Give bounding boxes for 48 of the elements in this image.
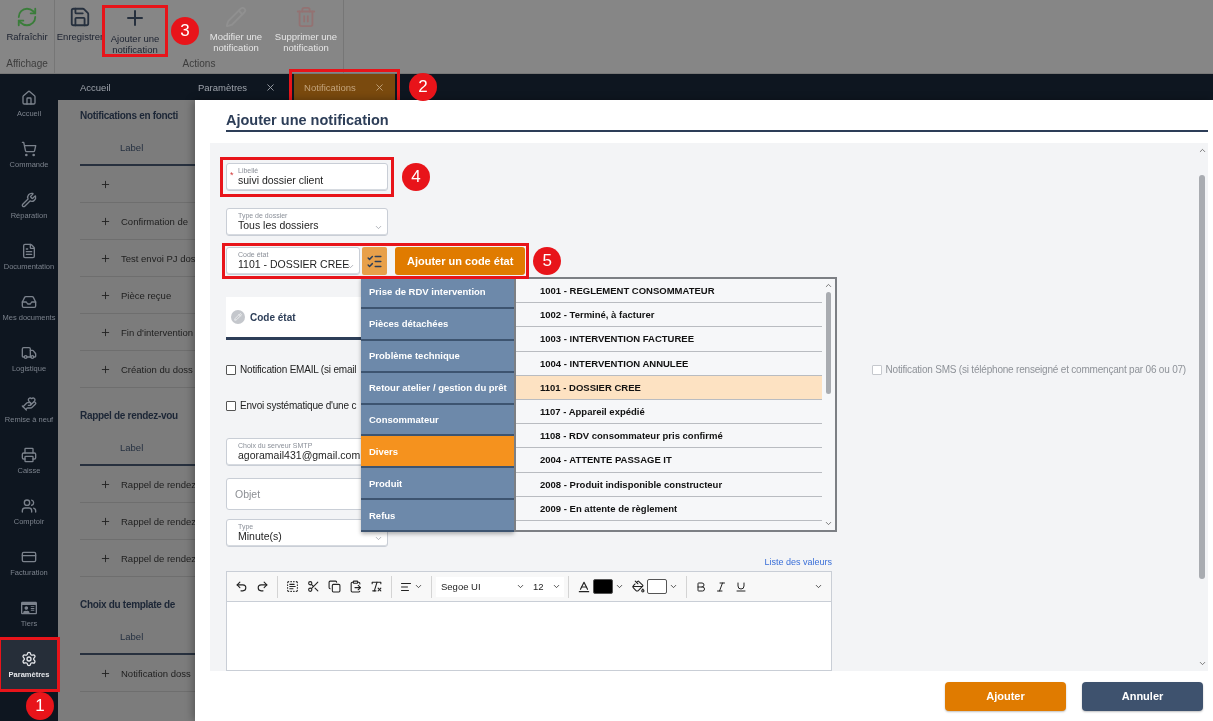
checkbox-label: Envoi systématique d'une c [240, 400, 357, 411]
font-select[interactable]: Segoe UI [436, 576, 528, 597]
section-title: Rappel de rendez-vou [80, 410, 178, 423]
category-item[interactable]: Refus [361, 500, 514, 532]
category-item[interactable]: Prise de RDV intervention [361, 277, 514, 309]
category-item[interactable]: Problème technique [361, 340, 514, 373]
row-label: Rappel de rendez [121, 515, 196, 527]
section-title: Notifications en foncti [80, 110, 179, 123]
row-label: Notification doss [121, 667, 191, 679]
category-item[interactable]: Retour atelier / gestion du prêt [361, 372, 514, 405]
step-badge: 4 [402, 163, 430, 191]
group-label: Affichage [6, 58, 48, 71]
text-editor[interactable]: Segoe UI 12 [226, 571, 832, 671]
row-label: Création du doss [121, 363, 193, 375]
row-label: Test envoi PJ dos [121, 252, 196, 264]
checkbox-label: Notification SMS (si téléphone renseigné et commençant par 06 ou 07) [885, 364, 1186, 375]
ribbon-button[interactable]: Ajouter une notification [103, 6, 167, 56]
checkbox-label: Notification EMAIL (si email [240, 364, 357, 375]
tab[interactable]: Code état [226, 297, 361, 340]
row-label: Fin d'intervention [121, 326, 194, 338]
ribbon-button[interactable]: Enregistrer [57, 6, 103, 43]
cancel-button[interactable]: Annuler [1082, 681, 1203, 711]
code-item[interactable]: 1101 - DOSSIER CREE [516, 375, 822, 400]
column-header: Label [120, 630, 144, 642]
tab[interactable]: Paramètres [188, 74, 287, 100]
category-item[interactable]: Produit [361, 468, 514, 501]
step-badge: 1 [26, 692, 54, 720]
row-label: Confirmation de [121, 215, 189, 227]
row-label: Rappel de rendez [121, 552, 196, 564]
add-status-code-button[interactable]: Ajouter un code état [395, 247, 526, 275]
row-label: Pièce reçue [121, 289, 172, 301]
values-link[interactable]: Liste des valeurs [764, 557, 832, 571]
step-badge: 2 [408, 73, 437, 101]
row-label: Rappel de rendez [121, 478, 196, 490]
tab[interactable]: Notifications [294, 74, 395, 100]
section-title: Choix du template de [80, 599, 176, 612]
tab[interactable]: Accueil [70, 74, 180, 100]
dialog-title: Ajouter une notification [226, 112, 1208, 132]
column-header: Label [120, 141, 144, 153]
column-header: Label [120, 441, 144, 453]
add-button[interactable]: Ajouter [945, 681, 1066, 711]
step-badge: 5 [533, 247, 562, 275]
size-select[interactable]: 12 [528, 576, 564, 597]
step-badge: 3 [171, 16, 199, 45]
category-item[interactable]: Consommateur [361, 404, 514, 437]
category-item[interactable]: Pièces détachées [361, 308, 514, 341]
group-label: Actions [182, 58, 216, 71]
ribbon-button[interactable]: Rafraîchir [2, 6, 52, 43]
